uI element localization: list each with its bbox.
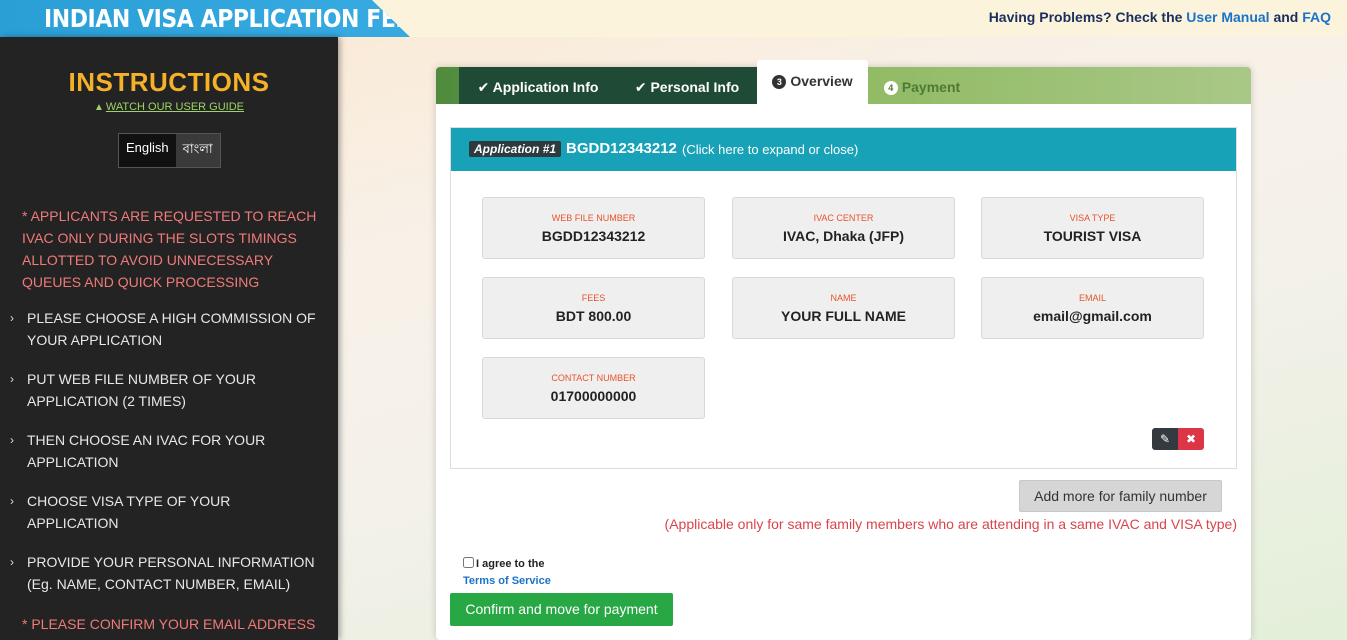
chevron-right-icon: ›	[10, 311, 14, 325]
step-text: PUT WEB FILE NUMBER OF YOUR APPLICATION …	[27, 371, 256, 409]
field-web-file-number: WEB FILE NUMBER BGDD12343212	[482, 197, 705, 259]
help-and: and	[1273, 9, 1299, 25]
chevron-right-icon: ›	[10, 494, 14, 508]
agree-checkbox[interactable]	[463, 557, 474, 568]
field-value: YOUR FULL NAME	[781, 308, 906, 324]
language-english[interactable]: English	[119, 134, 176, 167]
tab-label: Personal Info	[650, 79, 740, 95]
field-value: BDT 800.00	[555, 308, 632, 324]
field-label: VISA TYPE	[1069, 213, 1116, 223]
application-number: BGDD12343212	[566, 140, 677, 157]
help-text: Having Problems? Check the User Manual a…	[989, 9, 1331, 25]
slot-notice: * APPLICANTS ARE REQUESTED TO REACH IVAC…	[22, 208, 317, 290]
tab-application-info[interactable]: ✔ Application Info	[459, 67, 617, 104]
tab-personal-info[interactable]: ✔ Personal Info	[617, 67, 757, 104]
user-guide-link[interactable]: ▲ WATCH OUR USER GUIDE	[0, 101, 338, 113]
tab-label: Payment	[901, 79, 961, 95]
tab-overview[interactable]: 3 Overview	[757, 60, 868, 104]
step-number-badge: 4	[883, 81, 898, 95]
tab-label: Application Info	[492, 79, 599, 95]
tab-label: Overview	[790, 73, 853, 89]
family-applicable-note: (Applicable only for same family members…	[664, 516, 1237, 532]
chevron-right-icon: ›	[10, 372, 14, 386]
confirm-payment-button[interactable]: Confirm and move for payment	[450, 593, 673, 626]
step-tabs: ✔ Application Info ✔ Personal Info 3 Over…	[436, 60, 1251, 104]
expand-hint: (Click here to expand or close)	[682, 142, 859, 157]
language-switcher: English বাংলা	[118, 133, 221, 168]
field-value: 01700000000	[550, 388, 637, 404]
field-label: CONTACT NUMBER	[551, 373, 636, 383]
field-label: NAME	[830, 293, 857, 303]
brand-banner: INDIAN VISA APPLICATION FEE	[0, 0, 410, 37]
add-family-member-button[interactable]: Add more for family number	[1019, 480, 1222, 512]
chevron-right-icon: ›	[10, 555, 14, 569]
step-text: PROVIDE YOUR PERSONAL INFORMATION (Eg. N…	[27, 554, 315, 592]
field-email: EMAIL email@gmail.com	[981, 277, 1204, 339]
field-label: FEES	[581, 293, 606, 303]
field-label: EMAIL	[1078, 293, 1106, 303]
user-guide-label: WATCH OUR USER GUIDE	[105, 101, 245, 113]
field-value: email@gmail.com	[1033, 308, 1152, 324]
field-fees: FEES BDT 800.00	[482, 277, 705, 339]
application-badge: Application #1	[469, 141, 562, 157]
step-text: THEN CHOOSE AN IVAC FOR YOUR APPLICATION	[27, 432, 266, 470]
language-bangla[interactable]: বাংলা	[175, 134, 220, 167]
video-icon: ▲	[93, 102, 104, 113]
instructions-title: INSTRUCTIONS	[68, 67, 270, 97]
top-header: INDIAN VISA APPLICATION FEE Having Probl…	[0, 0, 1347, 37]
faq-link[interactable]: FAQ	[1302, 9, 1331, 25]
terms-agreement: I agree to the	[463, 557, 544, 570]
chevron-right-icon: ›	[10, 433, 14, 447]
terms-of-service-link[interactable]: Terms of Service	[463, 575, 551, 587]
step-text: CHOOSE VISA TYPE OF YOUR APPLICATION	[27, 493, 231, 531]
check-icon: ✔	[477, 79, 490, 95]
field-value: IVAC, Dhaka (JFP)	[782, 228, 905, 244]
edit-button[interactable]: ✎	[1152, 428, 1178, 450]
site-title: INDIAN VISA APPLICATION FEE	[44, 4, 411, 33]
main-card: ✔ Application Info ✔ Personal Info 3 Over…	[436, 60, 1251, 640]
field-name: NAME YOUR FULL NAME	[732, 277, 955, 339]
list-item: › CHOOSE VISA TYPE OF YOUR APPLICATION	[10, 490, 320, 534]
step-number-badge: 3	[772, 75, 787, 89]
list-item: › PLEASE CHOOSE A HIGH COMMISSION OF YOUR…	[10, 307, 320, 351]
field-contact-number: CONTACT NUMBER 01700000000	[482, 357, 705, 419]
field-visa-type: VISA TYPE TOURIST VISA	[981, 197, 1204, 259]
instructions-sidebar: INSTRUCTIONS ▲ WATCH OUR USER GUIDE Engli…	[0, 37, 338, 640]
list-item: › PROVIDE YOUR PERSONAL INFORMATION (Eg. …	[10, 551, 320, 595]
tab-payment[interactable]: 4 Payment	[868, 67, 976, 104]
field-label: WEB FILE NUMBER	[551, 213, 636, 223]
close-icon: ✖	[1185, 432, 1197, 446]
pencil-icon: ✎	[1159, 432, 1171, 446]
field-label: IVAC CENTER	[813, 213, 874, 223]
field-value: BGDD12343212	[541, 228, 646, 244]
application-panel: Application #1 BGDD12343212 (Click here …	[450, 127, 1237, 469]
list-item: › THEN CHOOSE AN IVAC FOR YOUR APPLICATIO…	[10, 429, 320, 473]
list-item: › PUT WEB FILE NUMBER OF YOUR APPLICATION…	[10, 368, 320, 412]
field-ivac-center: IVAC CENTER IVAC, Dhaka (JFP)	[732, 197, 955, 259]
step-text: PLEASE CHOOSE A HIGH COMMISSION OF YOUR …	[27, 310, 316, 348]
help-prefix: Having Problems? Check the	[988, 9, 1183, 25]
agree-label: I agree to the	[476, 558, 545, 570]
instruction-steps: › PLEASE CHOOSE A HIGH COMMISSION OF YOUR…	[10, 307, 320, 612]
check-icon: ✔	[634, 79, 647, 95]
user-manual-link[interactable]: User Manual	[1186, 9, 1269, 25]
field-value: TOURIST VISA	[1043, 228, 1142, 244]
application-toggle-header[interactable]: Application #1 BGDD12343212 (Click here …	[451, 128, 1236, 171]
email-confirm-notice: * PLEASE CONFIRM YOUR EMAIL ADDRESS	[22, 616, 316, 632]
delete-button[interactable]: ✖	[1178, 428, 1204, 450]
